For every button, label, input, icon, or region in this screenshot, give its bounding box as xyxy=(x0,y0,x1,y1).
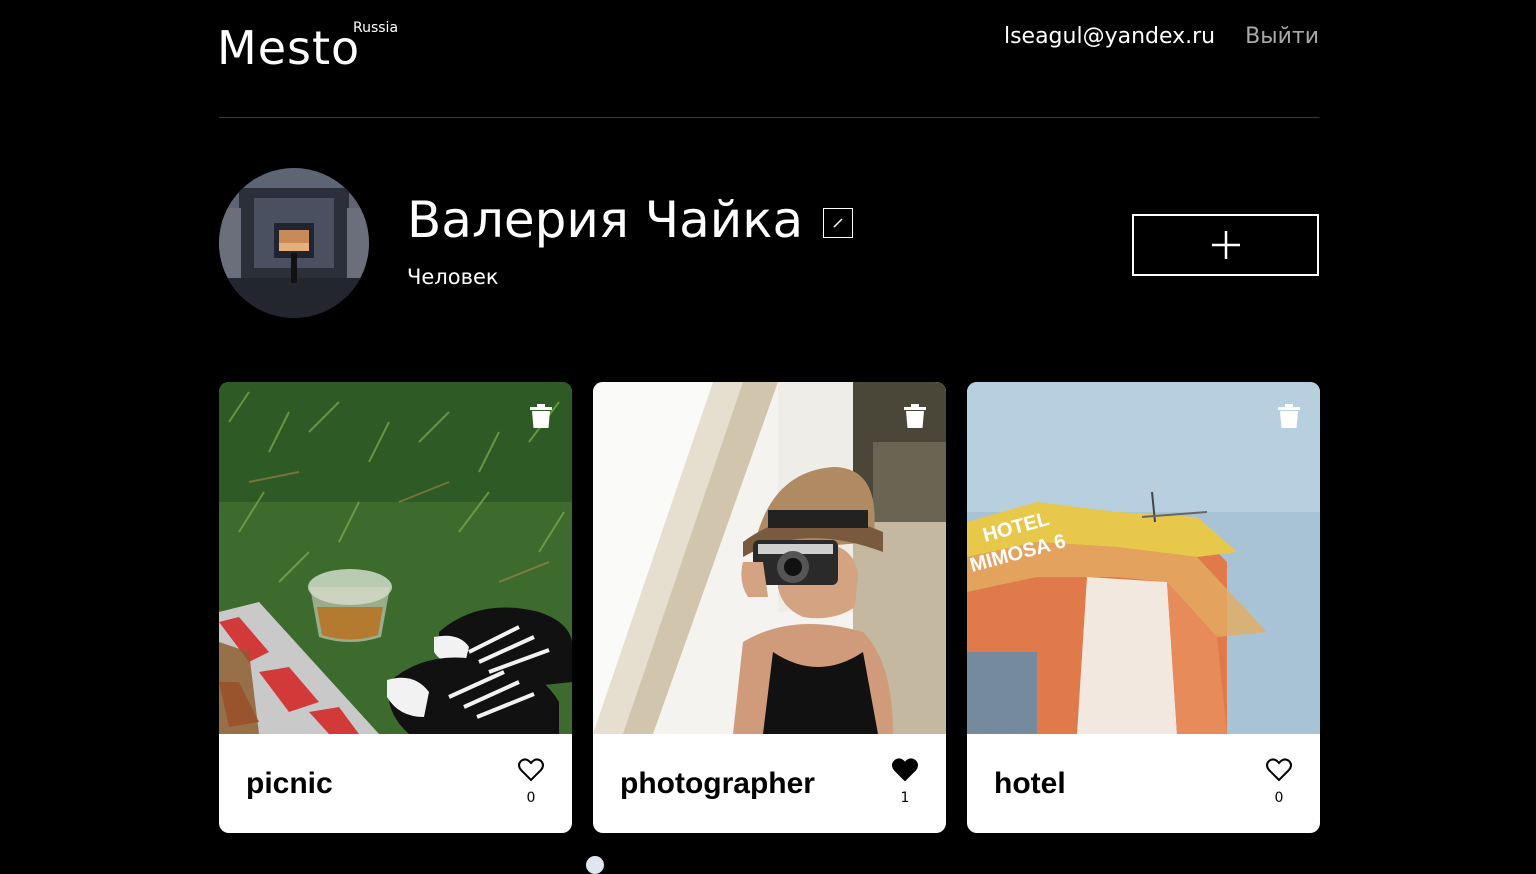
logout-link[interactable]: Выйти xyxy=(1245,22,1319,52)
cards-grid: picnic 0 photographer 1 HOTEL MIMOSA 6 h… xyxy=(219,382,1320,833)
card-title: hotel xyxy=(994,767,1066,800)
pencil-icon xyxy=(833,218,843,228)
trash-icon[interactable] xyxy=(1278,404,1300,428)
card-footer: picnic 0 xyxy=(219,734,572,833)
card-title: picnic xyxy=(246,767,333,800)
heart-icon[interactable] xyxy=(892,758,918,782)
avatar[interactable] xyxy=(219,168,369,318)
profile-name: Валерия Чайка xyxy=(407,191,804,249)
edit-profile-button[interactable] xyxy=(823,208,854,238)
heart-icon[interactable] xyxy=(518,758,544,782)
logo-region: Russia xyxy=(353,20,399,36)
trash-icon[interactable] xyxy=(904,404,926,428)
header-nav: lseagul@yandex.ru Выйти xyxy=(1004,22,1319,52)
card-image[interactable] xyxy=(219,382,572,734)
like-count: 0 xyxy=(1274,790,1284,806)
avatar-image xyxy=(219,168,369,318)
card-footer: photographer 1 xyxy=(593,734,946,833)
card-footer: hotel 0 xyxy=(967,734,1320,833)
card: HOTEL MIMOSA 6 hotel 0 xyxy=(967,382,1320,833)
add-card-button[interactable] xyxy=(1132,214,1319,276)
logo: Mesto xyxy=(217,21,361,75)
card-image[interactable] xyxy=(593,382,946,734)
profile: Валерия Чайка Человек xyxy=(219,118,1319,382)
heart-icon[interactable] xyxy=(1266,758,1292,782)
profile-about: Человек xyxy=(407,265,499,289)
plus-icon xyxy=(1211,231,1240,259)
like-count: 1 xyxy=(900,790,910,806)
profile-name-row: Валерия Чайка xyxy=(407,190,854,250)
header: Mesto Russia lseagul@yandex.ru Выйти xyxy=(217,0,1319,118)
card-title: photographer xyxy=(620,767,815,800)
trash-icon[interactable] xyxy=(530,404,552,428)
user-email: lseagul@yandex.ru xyxy=(1003,24,1216,49)
card-image[interactable]: HOTEL MIMOSA 6 xyxy=(967,382,1320,734)
profile-info: Валерия Чайка Человек xyxy=(407,190,854,290)
next-card-peek xyxy=(586,856,604,874)
like-count: 0 xyxy=(526,790,536,806)
page: Mesto Russia lseagul@yandex.ru Выйти Вал… xyxy=(217,0,1320,833)
card: picnic 0 xyxy=(219,382,572,833)
card: photographer 1 xyxy=(593,382,946,833)
